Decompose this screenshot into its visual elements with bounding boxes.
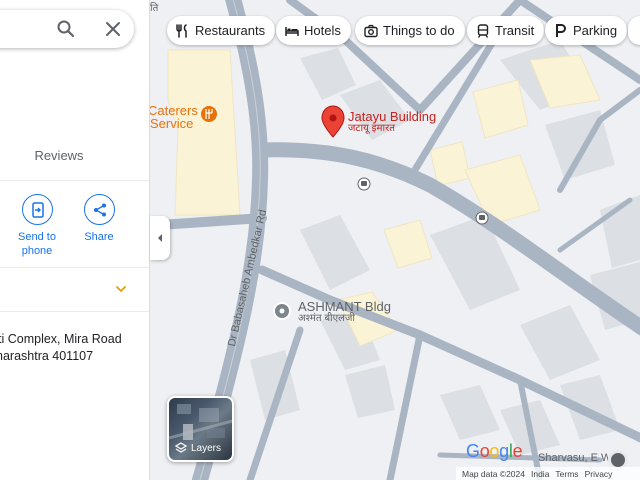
google-logo: Google: [466, 441, 523, 462]
google-logo-letter: e: [512, 441, 523, 461]
footer-terms[interactable]: Terms: [555, 469, 578, 479]
camera-icon: [364, 24, 378, 37]
send-to-phone-icon: [31, 202, 44, 218]
divider: [0, 180, 149, 181]
google-logo-text: Google: [466, 441, 523, 461]
google-logo-letter: o: [479, 441, 490, 461]
footer-india[interactable]: India: [531, 469, 549, 479]
chevron-down-icon[interactable]: [114, 284, 128, 294]
send-to-phone-button[interactable]: Send to phone: [6, 194, 68, 258]
share-icon: [93, 203, 106, 217]
google-logo-letter: g: [499, 441, 509, 461]
chip-transit[interactable]: Transit: [467, 16, 545, 45]
chip-restaurants[interactable]: Restaurants: [167, 16, 276, 45]
collapse-panel-button[interactable]: [150, 216, 170, 260]
fork-knife-icon: [176, 23, 187, 38]
divider: [0, 311, 149, 312]
chevron-left-icon: [158, 234, 162, 242]
share-label: Share: [84, 231, 114, 243]
divider: [0, 267, 149, 268]
chip-parking[interactable]: Parking: [545, 16, 628, 45]
google-logo-letter: G: [466, 441, 480, 461]
share-button[interactable]: Share: [68, 194, 130, 244]
chip-things-to-do-label: Things to do: [383, 23, 455, 38]
poi-ashmant-subname: अश्मंत बीएलजी: [298, 313, 355, 324]
place-details-panel: Reviews Send to phone Share ti Complex, …: [0, 0, 150, 480]
bed-icon: [285, 26, 299, 36]
google-logo-letter: o: [489, 441, 500, 461]
search-box[interactable]: [0, 10, 134, 48]
tab-reviews[interactable]: Reviews: [0, 148, 118, 163]
chip-things-to-do[interactable]: Things to do: [355, 16, 465, 45]
parking-icon: [556, 23, 566, 37]
layers-label: Layers: [191, 442, 222, 454]
address: ti Complex, Mira Road harashtra 401107: [0, 331, 149, 365]
chip-parking-label: Parking: [573, 23, 618, 38]
footer-privacy[interactable]: Privacy: [585, 469, 613, 479]
chip-transit-label: Transit: [495, 23, 535, 38]
layers-button[interactable]: Layers: [167, 396, 234, 462]
close-icon[interactable]: [104, 20, 122, 38]
footer-map-data: Map data ©2024: [462, 468, 525, 479]
send-to-phone-label-2: phone: [21, 245, 53, 257]
chip-restaurants-label: Restaurants: [195, 23, 266, 38]
send-to-phone-label-1: Send to: [18, 231, 56, 243]
place-subname: जटायू इमारत: [348, 123, 395, 134]
address-line-2: harashtra 401107: [0, 349, 94, 363]
address-line-1: ti Complex, Mira Road: [0, 332, 122, 346]
layers-icon: [175, 442, 187, 453]
search-icon[interactable]: [56, 19, 76, 39]
map-footer: Map data ©2024 India Terms Privacy: [456, 467, 640, 480]
chip-hotels-label: Hotels: [304, 23, 341, 38]
layers-label-wrap: Layers: [175, 442, 221, 454]
chip-hotels[interactable]: Hotels: [276, 16, 351, 45]
map-top-fragment: ति: [150, 3, 159, 14]
train-icon: [477, 23, 489, 38]
chip-more[interactable]: [628, 16, 640, 45]
poi-caterers-line2: Service: [150, 116, 194, 131]
